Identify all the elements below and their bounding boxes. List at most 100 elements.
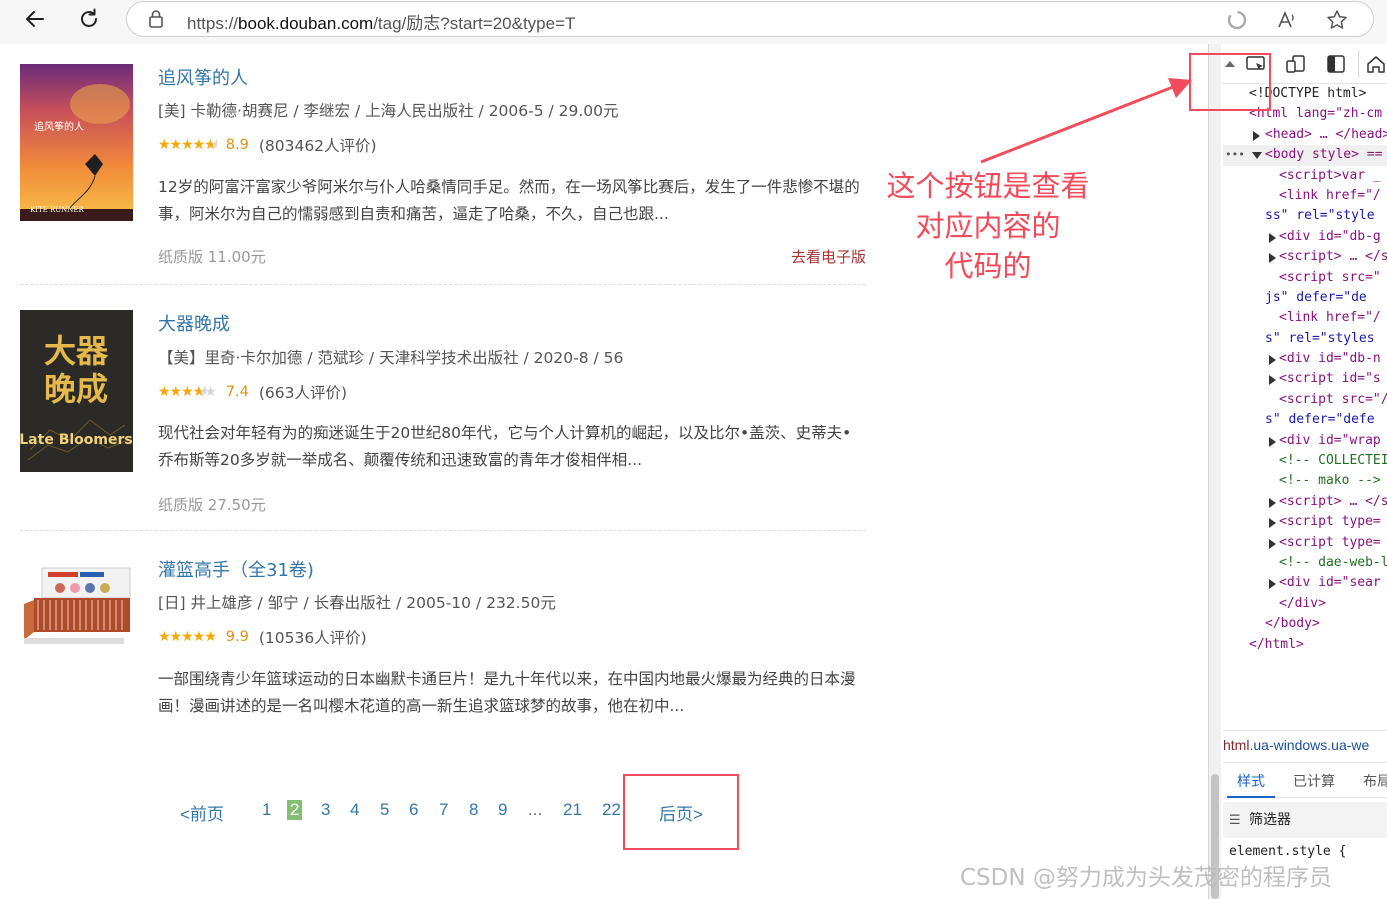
inspect-icon[interactable] — [1245, 53, 1267, 75]
dom-node[interactable]: <script> … </s — [1223, 247, 1387, 267]
dom-node[interactable]: </body> — [1223, 614, 1387, 634]
cover-subtitle: KITE RUNNER — [30, 206, 85, 214]
pagination: <前页 1 2 3 4 5 6 7 8 9 ... 21 22 后页> — [4, 800, 904, 830]
dom-node[interactable]: s" defer="defe — [1223, 410, 1387, 430]
expand-arrow-icon[interactable] — [1253, 130, 1260, 141]
dom-node[interactable]: </div> — [1223, 594, 1387, 614]
scroll-up-arrow-icon[interactable] — [1219, 53, 1241, 75]
page-link-21[interactable]: 21 — [563, 800, 582, 820]
address-bar[interactable]: https://book.douban.com/tag/励志?start=20&… — [126, 1, 1374, 37]
current-page: 2 — [287, 800, 303, 820]
next-page-link[interactable]: 后页> — [659, 800, 703, 825]
expand-arrow-icon[interactable] — [1269, 375, 1276, 386]
book-item: 追风筝的人 KITE RUNNER 追风筝的人 [美] 卡勒德·胡赛尼 / 李继… — [20, 64, 866, 284]
dom-node[interactable]: <div id="db-g — [1223, 227, 1387, 247]
expand-arrow-icon[interactable] — [1269, 355, 1276, 366]
breadcrumb-tag: html — [1223, 737, 1250, 753]
dom-node[interactable]: <div id="sear — [1223, 573, 1387, 593]
device-toolbar-icon[interactable] — [1285, 53, 1307, 75]
home-icon[interactable] — [1365, 53, 1387, 75]
dom-node-text: s" rel="styles — [1265, 330, 1375, 346]
dom-node[interactable]: <script id="s — [1223, 369, 1387, 389]
dom-node[interactable]: <!-- mako --> — [1223, 471, 1387, 491]
page-link-9[interactable]: 9 — [498, 800, 507, 820]
prev-page-link[interactable]: <前页 — [180, 800, 224, 825]
dom-node-text: </div> — [1279, 595, 1326, 611]
dom-breadcrumb[interactable]: html.ua-windows.ua-we — [1223, 730, 1387, 760]
ebook-link[interactable]: 去看电子版 — [791, 246, 866, 267]
filter-icon: ☰ — [1229, 813, 1241, 828]
book-rating: ★★★★★ 9.9 (10536人评价) — [158, 627, 367, 647]
dock-icon[interactable] — [1325, 53, 1347, 75]
dom-node-text: </body> — [1265, 616, 1320, 632]
dom-node[interactable]: js" defer="de — [1223, 288, 1387, 308]
book-cover[interactable]: 追风筝的人 KITE RUNNER — [20, 64, 133, 221]
dom-node-text: js" defer="de — [1265, 289, 1367, 305]
dom-node[interactable]: <script type= — [1223, 512, 1387, 532]
dom-node-text: <html lang="zh-cm — [1249, 106, 1383, 122]
dom-node[interactable]: <head> … </head> — [1223, 125, 1387, 145]
dom-node[interactable]: <script> … </s — [1223, 492, 1387, 512]
expand-arrow-icon[interactable] — [1269, 497, 1276, 508]
expand-arrow-icon[interactable] — [1269, 232, 1276, 243]
breadcrumb-class: .ua-windows.ua-we — [1249, 737, 1370, 753]
tab-layout[interactable]: 布局 — [1363, 771, 1387, 791]
page-link-22[interactable]: 22 — [602, 800, 621, 820]
dom-node[interactable]: <link href="/ — [1223, 308, 1387, 328]
dom-node-text: <script src="/ — [1279, 391, 1387, 407]
expand-arrow-icon[interactable] — [1269, 253, 1276, 264]
star-outline-icon[interactable] — [1325, 8, 1349, 32]
dom-node[interactable]: ss" rel="style — [1223, 206, 1387, 226]
page-link-7[interactable]: 7 — [439, 800, 448, 820]
dom-node[interactable]: <!-- COLLECTEI — [1223, 451, 1387, 471]
book-pub-info: 【美】里奇·卡尔加德 / 范斌珍 / 天津科学技术出版社 / 2020-8 / … — [158, 349, 624, 367]
translate-icon[interactable] — [1225, 8, 1249, 32]
dom-node[interactable]: <html lang="zh-cm — [1223, 104, 1387, 124]
lock-icon[interactable] — [147, 9, 165, 29]
dom-node-text: <link href="/ — [1279, 310, 1381, 326]
book-title-link[interactable]: 追风筝的人 — [158, 64, 248, 90]
page-link-5[interactable]: 5 — [380, 800, 389, 820]
book-title-link[interactable]: 灌篮高手（全31卷) — [158, 556, 314, 582]
dom-node-text: <head> … </head> — [1265, 126, 1387, 142]
divider — [20, 530, 866, 531]
styles-filter-input[interactable]: ☰ 筛选器 — [1223, 802, 1387, 838]
dom-node[interactable]: <script>var _ — [1223, 166, 1387, 186]
dom-node[interactable]: s" rel="styles — [1223, 329, 1387, 349]
expand-arrow-icon[interactable] — [1269, 579, 1276, 590]
more-dots-icon[interactable]: ••• — [1225, 145, 1245, 165]
dom-node[interactable]: <!-- dae-web-l — [1223, 553, 1387, 573]
dom-node-selected[interactable]: ••• <body style> == — [1223, 145, 1387, 166]
page-link-4[interactable]: 4 — [350, 800, 359, 820]
refresh-icon[interactable] — [72, 4, 106, 34]
dom-node[interactable]: <script src="/ — [1223, 390, 1387, 410]
book-cover[interactable]: 大器 晚成 Late Bloomers — [20, 310, 133, 472]
page-link-8[interactable]: 8 — [469, 800, 478, 820]
expand-arrow-icon[interactable] — [1269, 518, 1276, 529]
dom-node-text: <script type= — [1279, 514, 1381, 530]
dom-node[interactable]: <div id="db-n — [1223, 349, 1387, 369]
dom-node[interactable]: <script type= — [1223, 533, 1387, 553]
dom-node[interactable]: </html> — [1223, 635, 1387, 655]
dom-node-text: <link href="/ — [1279, 187, 1381, 203]
dom-node-text: <script type= — [1279, 534, 1381, 550]
collapse-arrow-icon[interactable] — [1252, 152, 1262, 160]
tab-computed[interactable]: 已计算 — [1293, 771, 1335, 791]
page-link-1[interactable]: 1 — [262, 800, 271, 820]
read-aloud-icon[interactable] — [1275, 8, 1299, 32]
expand-arrow-icon[interactable] — [1269, 538, 1276, 549]
book-title-link[interactable]: 大器晚成 — [158, 310, 230, 336]
dom-node[interactable]: <!DOCTYPE html> — [1223, 84, 1387, 104]
page-link-3[interactable]: 3 — [321, 800, 330, 820]
url-text[interactable]: https://book.douban.com/tag/励志?start=20&… — [187, 9, 575, 34]
book-cover[interactable] — [20, 564, 133, 652]
dom-tree[interactable]: <!DOCTYPE html> <html lang="zh-cm <head>… — [1223, 84, 1387, 655]
page-scrollbar[interactable] — [1209, 44, 1221, 899]
dom-node[interactable]: <script src=" — [1223, 268, 1387, 288]
dom-node[interactable]: <link href="/ — [1223, 186, 1387, 206]
back-arrow-icon[interactable] — [18, 4, 52, 34]
expand-arrow-icon[interactable] — [1269, 436, 1276, 447]
page-link-6[interactable]: 6 — [409, 800, 418, 820]
tab-styles[interactable]: 样式 — [1237, 771, 1265, 791]
dom-node[interactable]: <div id="wrap — [1223, 431, 1387, 451]
